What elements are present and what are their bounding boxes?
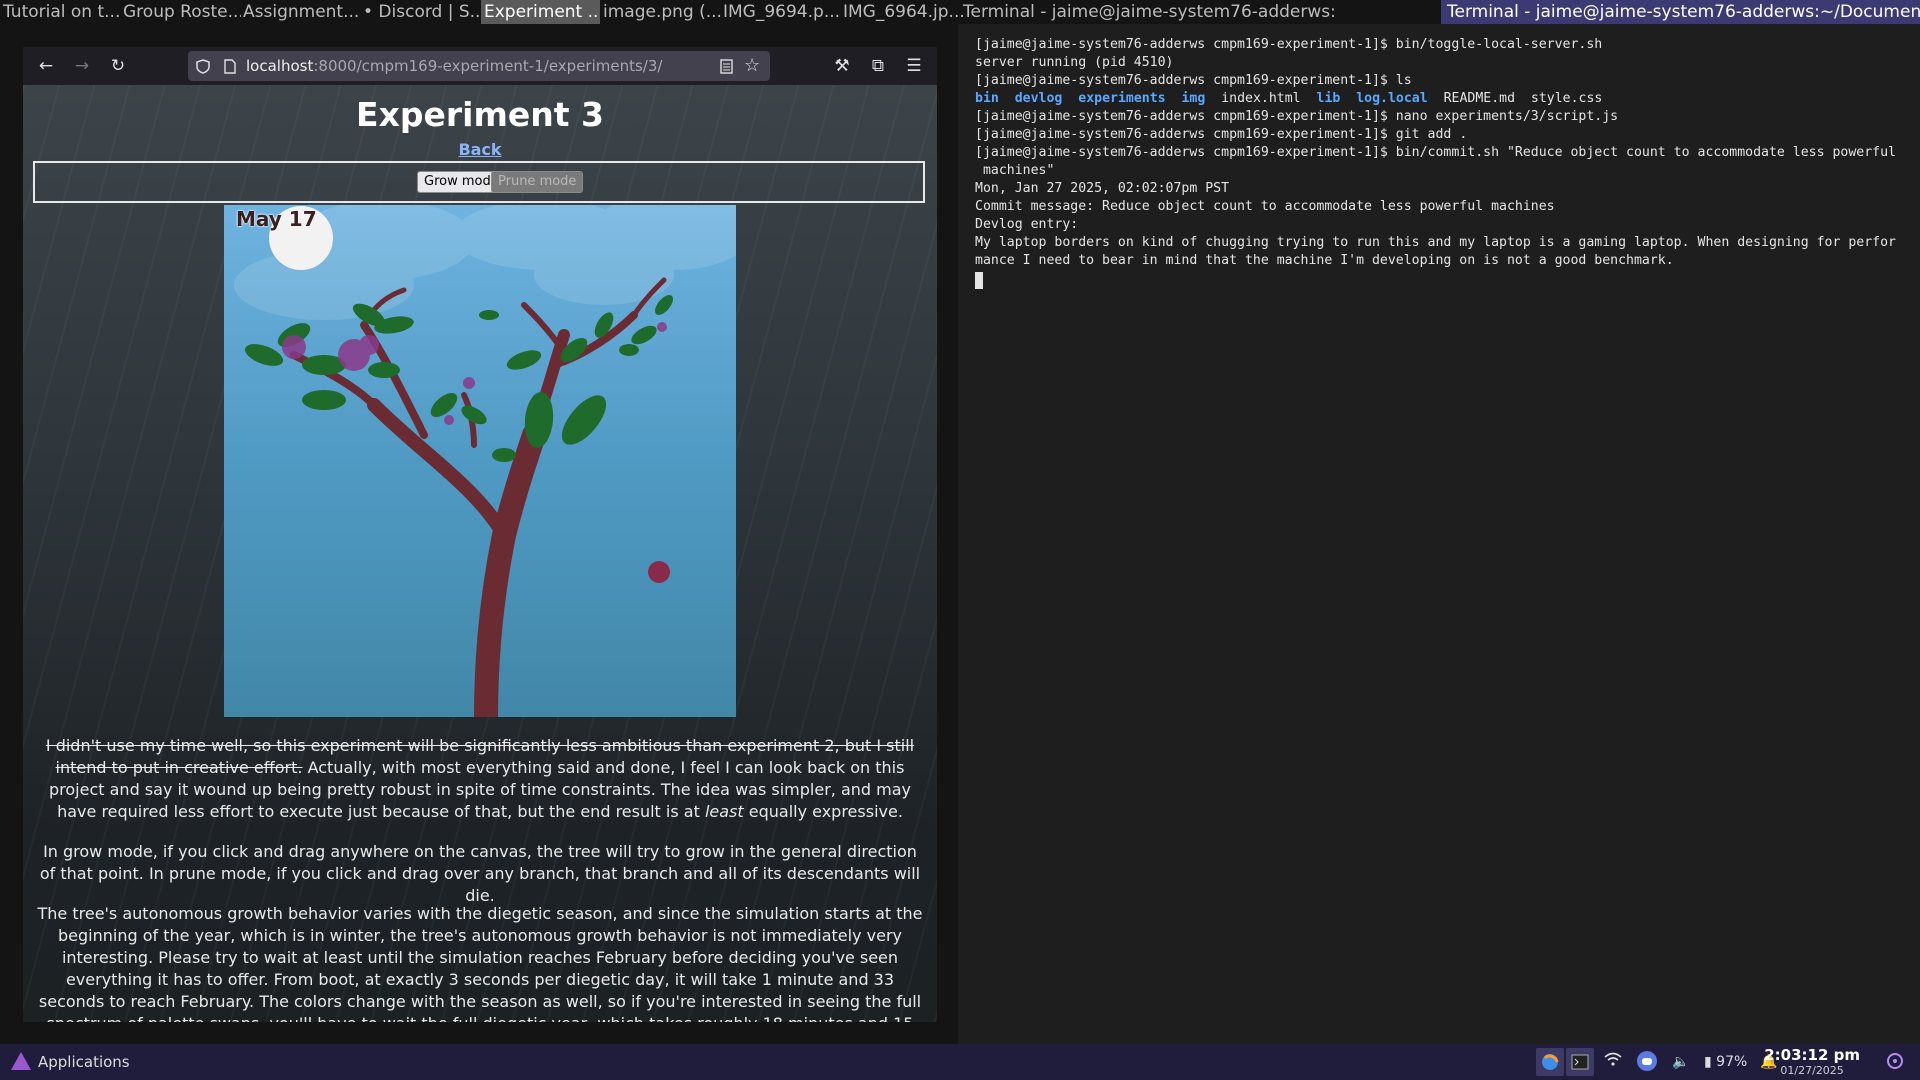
window-tab[interactable]: Terminal - jaime@jaime-system76-adderws:… bbox=[960, 0, 1336, 24]
emphasis-text: least bbox=[704, 802, 744, 821]
wifi-icon[interactable] bbox=[1604, 1044, 1622, 1080]
command: bin/toggle-local-server.sh bbox=[1395, 37, 1603, 52]
applications-logo-icon bbox=[11, 1052, 31, 1070]
window-tab[interactable]: IMG_6964.jp... bbox=[840, 0, 964, 24]
terminal-line: My laptop borders on kind of chugging tr… bbox=[975, 235, 1896, 250]
command: ls bbox=[1395, 73, 1412, 88]
applications-label: Applications bbox=[38, 1053, 130, 1071]
prompt: [jaime@jaime-system76-adderws cmpm169-ex… bbox=[975, 37, 1396, 52]
clock-time: 2:03:12 pm bbox=[1764, 1046, 1860, 1064]
terminal-line: machines" bbox=[975, 163, 1055, 178]
window-tab-terminal-active[interactable]: Terminal - jaime@jaime-system76-adderws:… bbox=[1441, 0, 1920, 24]
page-icon bbox=[224, 59, 236, 74]
taskbar: Applications 🔈 ▮ 97% 🔔 2:03:12 pm 01/27/… bbox=[0, 1044, 1920, 1080]
command: git add . bbox=[1395, 127, 1468, 142]
date-label: May 17 bbox=[236, 207, 317, 231]
file-entry: index.html bbox=[1221, 91, 1301, 106]
window-title-bar: Tutorial on t... Group Roste... Assignme… bbox=[0, 0, 1920, 24]
wrench-icon[interactable]: ⚒ bbox=[831, 55, 853, 77]
back-arrow-icon[interactable]: ← bbox=[35, 55, 57, 77]
intro-end-text: equally expressive. bbox=[743, 802, 903, 821]
paragraph-intro: I didn't use my time well, so this exper… bbox=[35, 735, 925, 823]
terminal-line: [jaime@jaime-system76-adderws cmpm169-ex… bbox=[975, 126, 1467, 144]
discord-tray-icon[interactable] bbox=[1636, 1044, 1658, 1080]
firefox-taskbar-icon[interactable] bbox=[1536, 1048, 1564, 1076]
fruit bbox=[648, 561, 670, 583]
mode-toolbar: Grow mode Prune mode bbox=[33, 161, 925, 203]
battery-icon: ▮ bbox=[1704, 1054, 1712, 1070]
reader-view-icon[interactable] bbox=[720, 59, 733, 74]
terminal-line: [jaime@jaime-system76-adderws cmpm169-ex… bbox=[975, 144, 1896, 162]
prompt: [jaime@jaime-system76-adderws cmpm169-ex… bbox=[975, 109, 1396, 124]
forward-arrow-icon[interactable]: → bbox=[71, 55, 93, 77]
terminal-cursor bbox=[975, 272, 983, 289]
window-tab-active[interactable]: Experiment ... bbox=[481, 0, 600, 24]
browser-window: ← → ↻ localhost:8000/cmpm169-experiment-… bbox=[23, 47, 937, 1022]
terminal-ls-output: bin devlog experiments img index.html li… bbox=[975, 90, 1602, 108]
battery-percent: 97% bbox=[1716, 1054, 1748, 1070]
prompt: [jaime@jaime-system76-adderws cmpm169-ex… bbox=[975, 73, 1396, 88]
back-link-wrapper: Back bbox=[23, 140, 937, 159]
dir-entry: experiments bbox=[1078, 91, 1166, 106]
url-host: localhost bbox=[246, 57, 314, 75]
terminal-taskbar-icon[interactable] bbox=[1566, 1048, 1594, 1076]
terminal-window[interactable]: [jaime@jaime-system76-adderws cmpm169-ex… bbox=[958, 24, 1920, 1044]
dir-entry: log.local bbox=[1356, 91, 1428, 106]
window-tab[interactable]: image.png (... bbox=[600, 0, 722, 24]
terminal-line: [jaime@jaime-system76-adderws cmpm169-ex… bbox=[975, 72, 1412, 90]
tree-scene bbox=[224, 205, 736, 717]
url-text: localhost:8000/cmpm169-experiment-1/expe… bbox=[246, 51, 662, 81]
menu-icon[interactable]: ☰ bbox=[903, 55, 925, 77]
terminal-line: Commit message: Reduce object count to a… bbox=[975, 199, 1555, 214]
window-tab[interactable]: Assignment... bbox=[240, 0, 362, 24]
tree-canvas[interactable]: May 17 bbox=[224, 205, 736, 717]
window-tab[interactable]: IMG_9694.p... bbox=[720, 0, 841, 24]
terminal-line: mance I need to bear in mind that the ma… bbox=[975, 253, 1674, 268]
dir-entry: lib bbox=[1316, 91, 1341, 106]
back-link[interactable]: Back bbox=[458, 140, 501, 159]
clock-date: 01/27/2025 bbox=[1780, 1064, 1844, 1077]
dir-entry: img bbox=[1181, 91, 1206, 106]
terminal-line: Mon, Jan 27 2025, 02:02:07pm PST bbox=[975, 181, 1230, 196]
browser-toolbar: ← → ↻ localhost:8000/cmpm169-experiment-… bbox=[23, 47, 937, 85]
terminal-line: server running (pid 4510) bbox=[975, 55, 1174, 70]
url-bar[interactable]: localhost:8000/cmpm169-experiment-1/expe… bbox=[188, 51, 770, 81]
web-page: Experiment 3 Back Grow mode Prune mode M… bbox=[23, 85, 937, 1022]
terminal-line: [jaime@jaime-system76-adderws cmpm169-ex… bbox=[975, 36, 1602, 54]
window-tab[interactable]: • Discord | S... bbox=[360, 0, 482, 24]
volume-icon[interactable]: 🔈 bbox=[1672, 1044, 1689, 1080]
window-tab[interactable]: Tutorial on t... bbox=[0, 0, 120, 24]
applications-menu[interactable]: Applications bbox=[10, 1044, 130, 1080]
session-icon[interactable] bbox=[1886, 1044, 1904, 1080]
shield-icon bbox=[196, 59, 210, 74]
clock[interactable]: 2:03:12 pm 01/27/2025 bbox=[1764, 1047, 1860, 1078]
terminal-line: Devlog entry: bbox=[975, 217, 1079, 232]
terminal-line: [jaime@jaime-system76-adderws cmpm169-ex… bbox=[975, 108, 1618, 126]
page-title: Experiment 3 bbox=[356, 95, 604, 134]
paragraph-seasons: The tree's autonomous growth behavior va… bbox=[37, 904, 923, 1022]
prune-mode-button[interactable]: Prune mode bbox=[491, 171, 584, 193]
paragraph-modes: In grow mode, if you click and drag anyw… bbox=[39, 842, 921, 905]
file-entry: README.md style.css bbox=[1443, 91, 1603, 106]
prompt: [jaime@jaime-system76-adderws cmpm169-ex… bbox=[975, 145, 1396, 160]
dir-entry: bin bbox=[975, 91, 999, 106]
command: nano experiments/3/script.js bbox=[1395, 109, 1619, 124]
dir-entry: devlog bbox=[1014, 91, 1063, 106]
bookmark-star-icon[interactable]: ☆ bbox=[744, 53, 760, 79]
command: bin/commit.sh "Reduce object count to ac… bbox=[1395, 145, 1896, 160]
extensions-icon[interactable]: ⧉ bbox=[867, 55, 889, 77]
window-tab[interactable]: Group Roste... bbox=[120, 0, 241, 24]
battery-indicator[interactable]: ▮ 97% bbox=[1704, 1044, 1747, 1080]
url-path: :8000/cmpm169-experiment-1/experiments/3… bbox=[313, 57, 663, 75]
prompt: [jaime@jaime-system76-adderws cmpm169-ex… bbox=[975, 127, 1396, 142]
reload-icon[interactable]: ↻ bbox=[107, 55, 129, 77]
